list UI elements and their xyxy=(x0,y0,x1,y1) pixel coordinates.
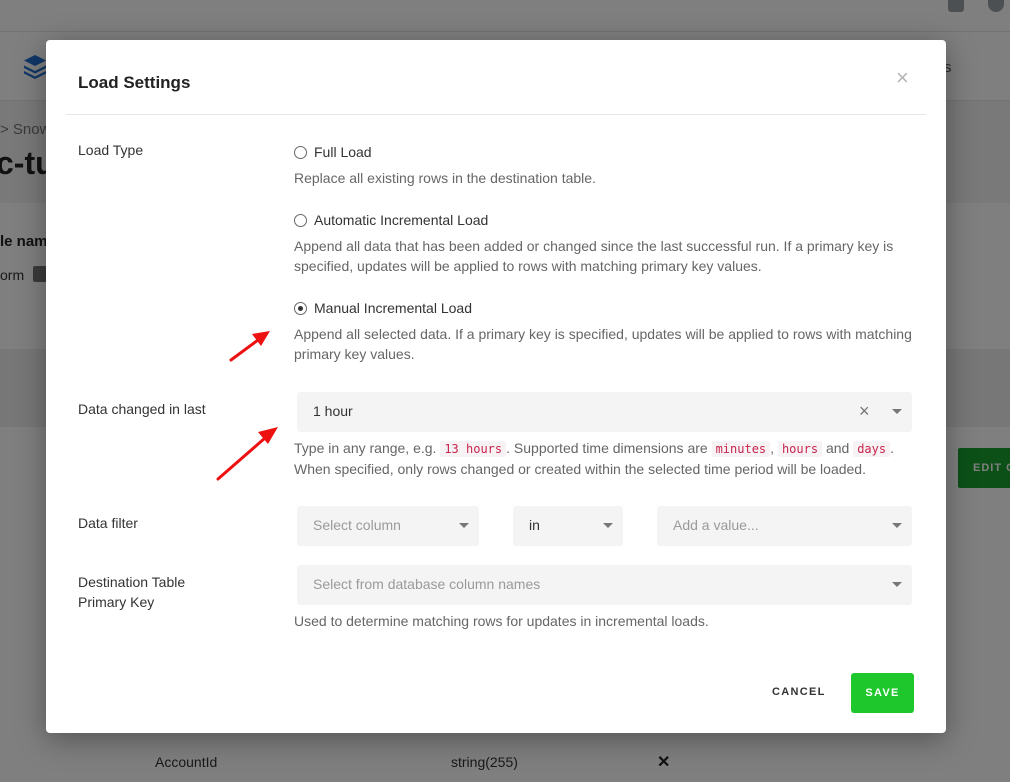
arrow-icon xyxy=(216,427,278,481)
annotation-arrows xyxy=(216,331,278,481)
arrow-icon xyxy=(229,331,270,362)
